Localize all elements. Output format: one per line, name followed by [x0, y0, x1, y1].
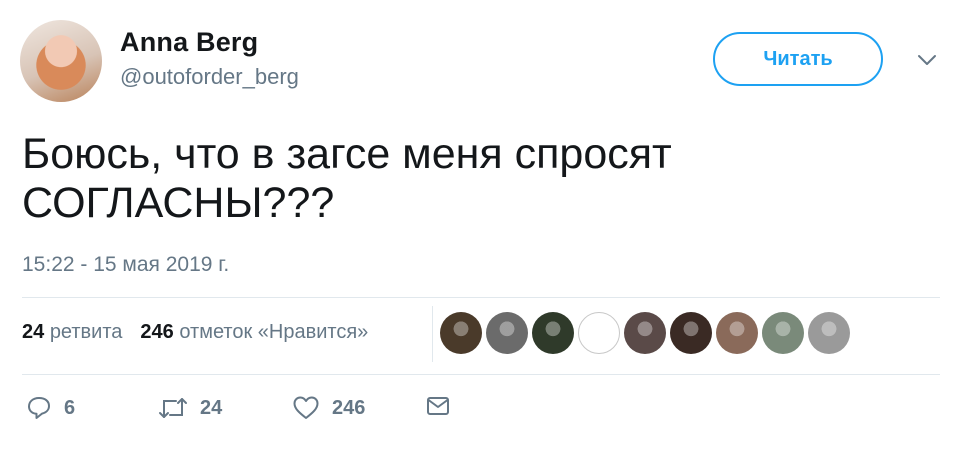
liker-avatar[interactable] — [762, 312, 804, 354]
retweets-label: ретвита — [49, 321, 123, 343]
follow-button-label: Читать — [763, 47, 833, 70]
retweet-button[interactable]: 24 — [158, 395, 222, 421]
engagement-stats: 24 ретвита 246 отметок «Нравится» — [22, 321, 368, 344]
timestamp[interactable]: 15:22 - 15 мая 2019 г. — [22, 253, 229, 277]
heart-icon — [293, 396, 319, 419]
divider — [22, 374, 940, 375]
liker-avatar[interactable] — [532, 312, 574, 354]
likes-count: 246 — [140, 321, 174, 343]
reply-button[interactable]: 6 — [26, 395, 75, 421]
liker-avatar[interactable] — [486, 312, 528, 354]
liker-avatar[interactable] — [716, 312, 758, 354]
tweet-text: Боюсь, что в загсе меня спросят СОГЛАСНЫ… — [22, 130, 672, 227]
follow-button[interactable]: Читать — [713, 32, 883, 86]
reply-icon — [28, 397, 50, 419]
liker-avatar[interactable] — [624, 312, 666, 354]
chevron-down-icon[interactable] — [916, 52, 938, 68]
avatar[interactable] — [20, 20, 102, 102]
like-button[interactable]: 246 — [292, 395, 365, 421]
liker-avatar[interactable] — [578, 312, 620, 354]
author-name[interactable]: Anna Berg — [120, 27, 258, 58]
retweets-count: 24 — [22, 321, 45, 343]
reply-count: 6 — [64, 396, 76, 419]
liker-avatar[interactable] — [440, 312, 482, 354]
retweet-icon — [159, 398, 187, 418]
stats-separator — [432, 306, 433, 362]
divider — [22, 297, 940, 298]
liker-avatar[interactable] — [670, 312, 712, 354]
retweets-stat[interactable]: 24 ретвита — [22, 321, 122, 343]
author-handle[interactable]: @outoforder_berg — [120, 64, 299, 90]
likes-stat[interactable]: 246 отметок «Нравится» — [140, 321, 368, 343]
likes-label: отметок «Нравится» — [179, 321, 369, 343]
liker-avatar[interactable] — [808, 312, 850, 354]
message-button[interactable] — [426, 395, 450, 417]
like-count: 246 — [332, 396, 366, 419]
retweet-count: 24 — [200, 396, 223, 419]
envelope-icon — [427, 397, 449, 415]
